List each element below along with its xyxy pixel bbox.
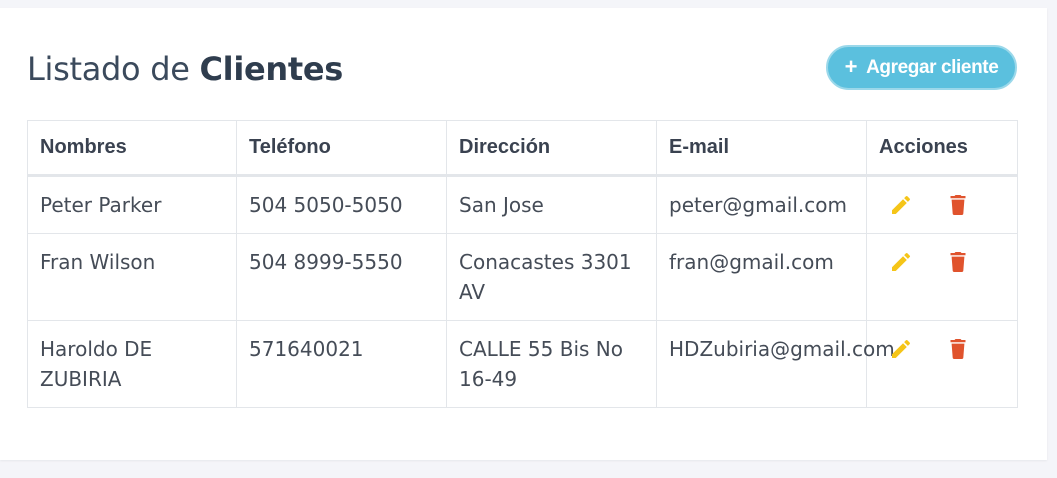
cell-telefono: 571640021: [236, 320, 447, 408]
table-header-row: Nombres Teléfono Dirección E-mail Accion…: [27, 120, 1018, 177]
plus-icon: +: [844, 53, 858, 79]
pencil-icon[interactable]: [889, 250, 913, 274]
add-client-button-label: Agregar cliente: [866, 56, 999, 78]
cell-nombres: Fran Wilson: [27, 233, 237, 321]
column-header-email: E-mail: [656, 120, 867, 177]
cell-acciones: [866, 233, 1018, 321]
cell-email: HDZubiria@gmail.com: [656, 320, 895, 408]
page-title-bold: Clientes: [199, 50, 344, 88]
column-header-direccion: Dirección: [446, 120, 657, 177]
table-row: Fran Wilson 504 8999-5550 Conacastes 330…: [27, 233, 1018, 321]
column-header-telefono: Teléfono: [236, 120, 447, 177]
pencil-icon[interactable]: [889, 193, 913, 217]
column-header-acciones: Acciones: [866, 120, 1018, 177]
trash-icon[interactable]: [946, 193, 970, 217]
cell-acciones: [866, 175, 1018, 234]
clients-card: Listado de Clientes + Agregar cliente No…: [0, 8, 1047, 460]
clients-table: Nombres Teléfono Dirección E-mail Accion…: [27, 120, 1018, 408]
cell-nombres: Peter Parker: [27, 175, 237, 234]
page-title: Listado de Clientes: [27, 50, 343, 88]
cell-direccion: San Jose: [446, 175, 657, 234]
cell-telefono: 504 8999-5550: [236, 233, 447, 321]
cell-acciones: [866, 320, 1018, 408]
trash-icon[interactable]: [946, 250, 970, 274]
cell-email: fran@gmail.com: [656, 233, 867, 321]
trash-icon[interactable]: [946, 337, 970, 361]
column-header-nombres: Nombres: [27, 120, 237, 177]
cell-nombres: Haroldo DE ZUBIRIA: [27, 320, 237, 408]
cell-email: peter@gmail.com: [656, 175, 867, 234]
page-title-prefix: Listado de: [27, 50, 200, 88]
pencil-icon[interactable]: [889, 337, 913, 361]
cell-telefono: 504 5050-5050: [236, 175, 447, 234]
table-row: Haroldo DE ZUBIRIA 571640021 CALLE 55 Bi…: [27, 320, 1018, 408]
cell-direccion: CALLE 55 Bis No 16-49: [446, 320, 657, 408]
cell-direccion: Conacastes 3301 AV: [446, 233, 657, 321]
table-row: Peter Parker 504 5050-5050 San Jose pete…: [27, 175, 1018, 234]
add-client-button[interactable]: + Agregar cliente: [826, 45, 1017, 90]
